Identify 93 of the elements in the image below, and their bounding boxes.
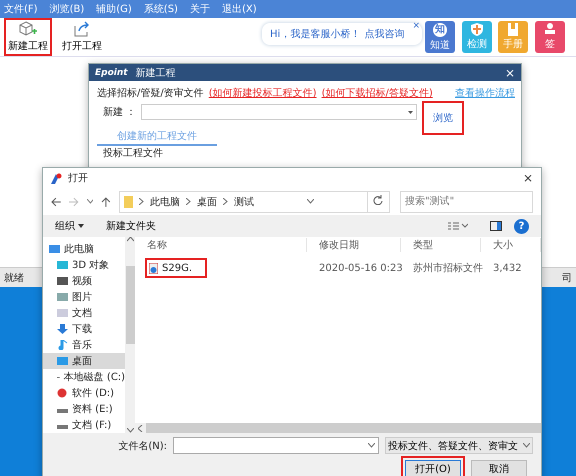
scroll-down-icon[interactable] xyxy=(126,428,134,434)
toolbar-button[interactable]: 新建工程 xyxy=(4,18,52,56)
menu-item[interactable]: 关于 xyxy=(190,2,210,16)
chat-bubble[interactable]: Hi，我是客服小桥！ 点我咨询 × xyxy=(262,23,422,45)
dialog-title: 新建工程 xyxy=(136,66,176,80)
column-header[interactable]: 大小 xyxy=(481,238,541,252)
menu-item[interactable]: 浏览(B) xyxy=(50,2,84,16)
nav-item[interactable]: 音乐 xyxy=(43,337,126,354)
close-icon[interactable]: × xyxy=(504,66,515,80)
menu-item[interactable]: 系统(S) xyxy=(144,2,178,16)
filename-field[interactable] xyxy=(173,437,379,454)
refresh-icon xyxy=(373,195,384,206)
download-icon xyxy=(57,324,68,334)
table-cell-text: 2020-05-16 0:23 xyxy=(318,262,401,274)
back-icon[interactable] xyxy=(51,196,61,207)
scrollbar[interactable] xyxy=(125,237,135,434)
status-text: 司 xyxy=(562,272,572,284)
quick-button[interactable]: 签 xyxy=(535,21,565,53)
browse-button[interactable]: 浏览 xyxy=(422,101,464,135)
toolbar-button[interactable]: 打开工程 xyxy=(58,18,106,56)
logo: Epoint xyxy=(95,68,128,78)
search-field[interactable]: 搜索"测试" xyxy=(400,190,533,213)
app-icon xyxy=(51,172,62,184)
path-crumb[interactable]: 测试 xyxy=(234,194,254,209)
help-link[interactable]: (如何下载招标/答疑文件) xyxy=(322,86,433,100)
nav-item[interactable]: 下载 xyxy=(43,321,126,338)
nav-item[interactable]: 3D 对象 xyxy=(43,257,126,274)
prompt-text: 选择招标/管疑/资审文件 xyxy=(97,86,204,100)
path-crumb[interactable]: 此电脑 xyxy=(150,194,180,209)
nav-item[interactable]: 视频 xyxy=(43,273,126,290)
nav-item[interactable]: 软件 (D:) xyxy=(43,385,126,402)
dropdown-icon xyxy=(408,110,414,114)
monitor-icon xyxy=(49,244,60,254)
address-bar[interactable]: 此电脑 桌面 测试 xyxy=(119,190,390,213)
nav-item[interactable]: 本地磁盘 (C:) xyxy=(43,369,126,386)
nav-item[interactable]: 此电脑 xyxy=(43,241,126,258)
file-combo-field[interactable] xyxy=(141,104,418,120)
help-link[interactable]: (如何新建投标工程文件) xyxy=(208,86,317,100)
cancel-button[interactable]: 取消 xyxy=(471,460,527,476)
nav-item[interactable]: 文档 xyxy=(43,305,126,322)
music-icon xyxy=(57,340,68,350)
dropdown-icon[interactable] xyxy=(523,443,530,448)
help-button[interactable]: ? xyxy=(514,218,529,234)
scroll-up-icon[interactable] xyxy=(126,237,134,242)
path-crumb[interactable]: 桌面 xyxy=(197,194,218,209)
nav-item[interactable]: 桌面 xyxy=(43,353,126,370)
consult-link[interactable]: 点我咨询 xyxy=(364,27,404,41)
quick-button[interactable]: 知 知道 xyxy=(425,21,455,53)
table-cell-text: 3,432 xyxy=(492,262,523,274)
preview-pane-icon[interactable] xyxy=(490,221,502,232)
up-icon[interactable] xyxy=(101,196,112,207)
filename-label: 文件名(N): xyxy=(118,440,167,453)
new-folder-button[interactable]: 新建文件夹 xyxy=(106,219,156,234)
book-icon xyxy=(507,23,519,36)
dialog-title: 打开 xyxy=(68,172,88,185)
know-badge: 知 xyxy=(433,22,447,36)
monitor-icon xyxy=(57,356,68,366)
nav-item[interactable]: 资料 (E:) xyxy=(43,401,126,418)
stamp-icon xyxy=(544,23,556,36)
close-icon[interactable]: × xyxy=(412,22,420,31)
share-icon xyxy=(73,21,91,37)
field-label: 新建 ： xyxy=(102,106,136,119)
organize-button[interactable]: 组织 xyxy=(55,219,84,234)
dropdown-icon[interactable] xyxy=(307,199,314,204)
column-header[interactable]: 修改日期 xyxy=(307,238,401,252)
table-cell-text: 苏州市招标文件 xyxy=(412,262,481,276)
menu-item[interactable]: 辅助(G) xyxy=(96,2,132,16)
horizontal-scrollbar[interactable] xyxy=(135,423,541,434)
column-header[interactable]: 类型 xyxy=(401,238,481,252)
status-text: 就绪 xyxy=(4,272,24,284)
group-title: 投标工程文件 xyxy=(103,148,163,159)
greeting-text: Hi，我是客服小桥！ xyxy=(270,28,360,41)
caret-icon xyxy=(78,224,84,228)
close-icon[interactable]: × xyxy=(522,171,533,185)
scroll-left-icon[interactable] xyxy=(138,424,143,432)
shield-icon xyxy=(471,23,483,36)
history-icon[interactable] xyxy=(86,199,94,204)
nav-item[interactable]: 图片 xyxy=(43,289,126,306)
menu-item[interactable]: 文件(F) xyxy=(4,2,38,16)
nav-item[interactable]: 文档 (F:) xyxy=(43,417,126,434)
file-type-dropdown[interactable]: 投标文件、答疑文件、资审文 xyxy=(385,437,533,454)
cube-plus-icon xyxy=(19,21,37,37)
scroll-thumb[interactable] xyxy=(126,266,135,344)
chevron-icon[interactable] xyxy=(139,198,144,206)
file-icon xyxy=(149,262,158,274)
dropdown-icon[interactable] xyxy=(368,443,375,448)
chevron-icon[interactable] xyxy=(223,198,228,206)
file-row[interactable]: S29G. 2020-05-16 0:23 苏州市招标文件 3,432 xyxy=(135,257,541,280)
chevron-icon[interactable] xyxy=(186,198,192,206)
column-header[interactable]: 名称 xyxy=(135,238,307,252)
view-icon[interactable] xyxy=(448,222,468,230)
file-name: S29G. xyxy=(145,258,207,278)
menu-item[interactable]: 退出(X) xyxy=(222,2,257,16)
